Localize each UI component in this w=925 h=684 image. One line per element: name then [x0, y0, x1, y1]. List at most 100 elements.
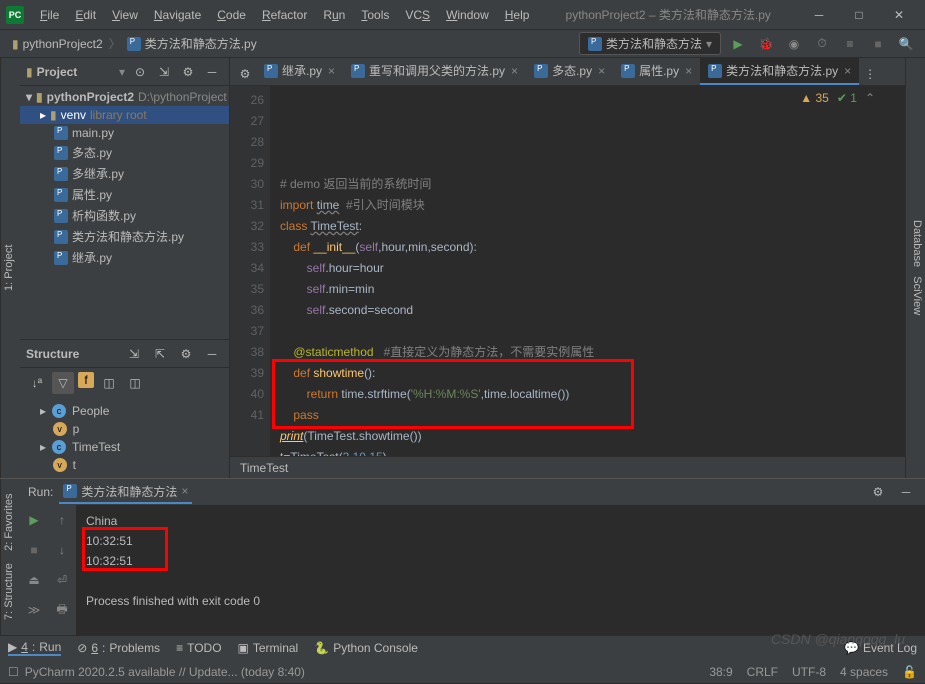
- project-tool-tab[interactable]: 1: Project: [0, 58, 20, 478]
- filter-f-icon[interactable]: f: [78, 372, 94, 388]
- menu-code[interactable]: Code: [209, 8, 254, 22]
- editor-area: ⚙ 继承.py×重写和调用父类的方法.py×多态.py×属性.py×类方法和静态…: [230, 58, 905, 478]
- menu-navigate[interactable]: Navigate: [146, 8, 209, 22]
- bottom-tab-problems[interactable]: ⊘ 6: Problems: [77, 641, 160, 655]
- line-separator[interactable]: CRLF: [747, 665, 778, 679]
- exit-icon[interactable]: ⏏: [23, 569, 45, 591]
- watermark: CSDN @qianqqqq_lu: [771, 631, 905, 647]
- run-configuration-selector[interactable]: 类方法和静态方法 ▾: [579, 32, 721, 55]
- menu-refactor[interactable]: Refactor: [254, 8, 315, 22]
- close-button[interactable]: ✕: [879, 0, 919, 30]
- editor-tab[interactable]: 类方法和静态方法.py×: [700, 58, 859, 85]
- editor-tab[interactable]: 继承.py×: [256, 58, 343, 85]
- minimize-button[interactable]: ─: [799, 0, 839, 30]
- bottom-tab-terminal[interactable]: ▣ Terminal: [238, 641, 299, 655]
- breadcrumb-separator: 〉: [107, 35, 123, 52]
- database-tool-tab[interactable]: Database SciView: [905, 58, 925, 478]
- stop-button[interactable]: ■: [867, 33, 889, 55]
- file-item[interactable]: 类方法和静态方法.py: [20, 226, 229, 247]
- bottom-tab-run[interactable]: ▶ 4: Run: [8, 640, 61, 656]
- rerun-icon[interactable]: ▶: [23, 509, 45, 531]
- debug-button[interactable]: 🐞: [755, 33, 777, 55]
- file-encoding[interactable]: UTF-8: [792, 665, 826, 679]
- inspection-widget[interactable]: ▲ 35 ✔ 1 ⌃: [800, 88, 875, 109]
- project-root[interactable]: ▾ ▮ pythonProject2 D:\pythonProject: [20, 88, 229, 106]
- project-view-dropdown[interactable]: ▾: [119, 65, 125, 79]
- select-opened-icon[interactable]: ⊙: [129, 61, 151, 83]
- run-hide-icon[interactable]: ─: [895, 481, 917, 503]
- editor-tab[interactable]: 多态.py×: [526, 58, 613, 85]
- file-item[interactable]: 多继承.py: [20, 163, 229, 184]
- editor-body[interactable]: 26272829303132333435363738394041 ▲ 35 ✔ …: [230, 86, 905, 456]
- up-icon[interactable]: ↑: [51, 509, 73, 531]
- search-everywhere-button[interactable]: 🔍: [895, 33, 917, 55]
- menu-window[interactable]: Window: [438, 8, 497, 22]
- update-message[interactable]: PyCharm 2020.2.5 available // Update... …: [25, 665, 305, 679]
- breadcrumb-file[interactable]: 类方法和静态方法.py: [123, 35, 261, 52]
- structure-settings-icon[interactable]: ⚙: [175, 343, 197, 365]
- bottom-tab-python-console[interactable]: 🐍 Python Console: [314, 641, 418, 655]
- menu-run[interactable]: Run: [315, 8, 353, 22]
- cursor-position[interactable]: 38:9: [709, 665, 732, 679]
- menu-view[interactable]: View: [104, 8, 146, 22]
- menu-file[interactable]: File: [32, 8, 67, 22]
- structure-collapse-icon[interactable]: ⇱: [149, 343, 171, 365]
- editor-tab[interactable]: 属性.py×: [613, 58, 700, 85]
- code-content[interactable]: ▲ 35 ✔ 1 ⌃ # demo 返回当前的系统时间import time #…: [270, 86, 905, 456]
- menu-vcs[interactable]: VCS: [397, 8, 438, 22]
- structure-side-tab[interactable]: 7: Structure 2: Favorites: [0, 479, 20, 635]
- concurrency-button[interactable]: ≡: [839, 33, 861, 55]
- indent-setting[interactable]: 4 spaces: [840, 665, 888, 679]
- editor-tabs: ⚙ 继承.py×重写和调用父类的方法.py×多态.py×属性.py×类方法和静态…: [230, 58, 905, 86]
- soft-wrap-icon[interactable]: ⏎: [51, 569, 73, 591]
- sort-icon[interactable]: ↓ª: [26, 372, 48, 394]
- file-item[interactable]: 继承.py: [20, 247, 229, 268]
- editor-tab[interactable]: 重写和调用父类的方法.py×: [343, 58, 526, 85]
- bottom-tab-todo[interactable]: ≡ TODO: [176, 641, 221, 655]
- editor-breadcrumb[interactable]: TimeTest: [230, 456, 905, 478]
- filter-v-icon[interactable]: ▽: [52, 372, 74, 394]
- menu-edit[interactable]: Edit: [67, 8, 104, 22]
- hide-icon[interactable]: ─: [201, 61, 223, 83]
- menu-help[interactable]: Help: [497, 8, 538, 22]
- project-tree[interactable]: ▾ ▮ pythonProject2 D:\pythonProject ▸ ▮ …: [20, 86, 229, 339]
- profile-button[interactable]: ⏱: [811, 33, 833, 55]
- structure-item[interactable]: v t: [20, 456, 229, 474]
- stop-run-icon[interactable]: ■: [23, 539, 45, 561]
- file-item[interactable]: 析构函数.py: [20, 205, 229, 226]
- structure-item[interactable]: v p: [20, 420, 229, 438]
- structure-toolbar: ↓ª ▽ f ◫ ◫: [20, 368, 229, 398]
- structure-hide-icon[interactable]: ─: [201, 343, 223, 365]
- more-tabs-icon[interactable]: ⋮: [859, 63, 881, 85]
- breadcrumb-project[interactable]: ▮pythonProject2: [8, 37, 107, 51]
- print-icon[interactable]: 🖶: [51, 599, 73, 621]
- venv-folder[interactable]: ▸ ▮ venv library root: [20, 106, 229, 124]
- maximize-button[interactable]: □: [839, 0, 879, 30]
- project-panel-header: ▮ Project ▾ ⊙ ⇲ ⚙ ─: [20, 58, 229, 86]
- notification-icon[interactable]: ☐: [8, 665, 19, 679]
- filter-m-icon[interactable]: ◫: [98, 372, 120, 394]
- layout-icon[interactable]: ≫: [23, 599, 45, 621]
- console-output[interactable]: China10:32:5110:32:51 Process finished w…: [76, 505, 925, 635]
- file-item[interactable]: main.py: [20, 124, 229, 142]
- coverage-button[interactable]: ◉: [783, 33, 805, 55]
- file-item[interactable]: 属性.py: [20, 184, 229, 205]
- run-button[interactable]: ▶: [727, 33, 749, 55]
- status-info-bar: ☐ PyCharm 2020.2.5 available // Update..…: [0, 660, 925, 684]
- structure-expand-icon[interactable]: ⇲: [123, 343, 145, 365]
- down-icon[interactable]: ↓: [51, 539, 73, 561]
- filter-p-icon[interactable]: ◫: [124, 372, 146, 394]
- lock-icon[interactable]: 🔓: [902, 665, 917, 679]
- window-title: pythonProject2 – 类方法和静态方法.py: [537, 6, 799, 23]
- menu-tools[interactable]: Tools: [353, 8, 397, 22]
- run-tab[interactable]: 类方法和静态方法 ×: [59, 481, 192, 504]
- tab-settings-icon[interactable]: ⚙: [234, 63, 256, 85]
- expand-all-icon[interactable]: ⇲: [153, 61, 175, 83]
- structure-item[interactable]: ▸ c People: [20, 402, 229, 420]
- structure-item[interactable]: ▸ c TimeTest: [20, 438, 229, 456]
- file-item[interactable]: 多态.py: [20, 142, 229, 163]
- run-settings-icon[interactable]: ⚙: [867, 481, 889, 503]
- run-panel: 7: Structure 2: Favorites Run: 类方法和静态方法 …: [0, 478, 925, 635]
- settings-icon[interactable]: ⚙: [177, 61, 199, 83]
- structure-tree[interactable]: ▸ c People v p▸ c TimeTest v t: [20, 398, 229, 478]
